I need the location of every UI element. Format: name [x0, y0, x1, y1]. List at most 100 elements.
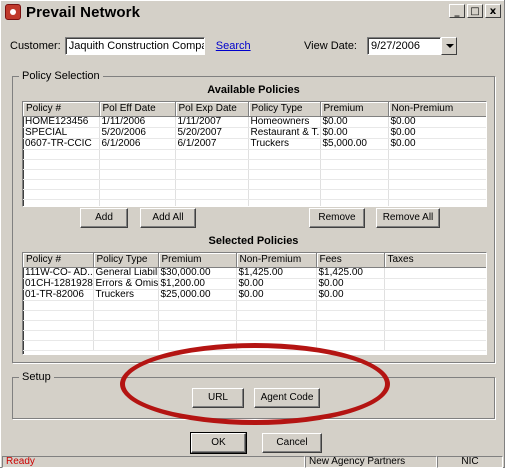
column-header[interactable]: Pol Eff Date [99, 102, 176, 117]
selected-header-row: Policy # Policy Type Premium Non-Premium… [23, 253, 486, 268]
maximize-button[interactable]: □ [467, 4, 483, 18]
code-status: NIC [437, 456, 503, 468]
title-bar[interactable]: Prevail Network _ □ x [2, 2, 503, 22]
table-cell: $5,000.00 [320, 138, 389, 150]
table-row[interactable]: 01-TR-82006 Truckers $25,000.00 $0.00 $0… [23, 289, 486, 301]
column-header[interactable]: Policy Type [248, 102, 321, 117]
table-row[interactable]: 01CH-1281928 Errors & Omissi... $1,200.0… [23, 278, 486, 290]
table-cell: 6/1/2007 [175, 138, 249, 150]
view-date-input[interactable]: 9/27/2006 [367, 37, 441, 55]
empty-row [23, 179, 486, 190]
table-cell: 5/20/2007 [175, 127, 249, 139]
table-row[interactable]: SPECIAL 5/20/2006 5/20/2007 Restaurant &… [23, 127, 486, 139]
table-cell: SPECIAL [23, 127, 100, 139]
column-header[interactable]: Premium [158, 253, 237, 268]
available-policies-table: Policy # Pol Eff Date Pol Exp Date Polic… [23, 102, 486, 206]
url-button[interactable]: URL [192, 388, 244, 408]
column-header[interactable]: Policy Type [93, 253, 159, 268]
window-title: Prevail Network [26, 3, 141, 21]
ok-button[interactable]: OK [190, 432, 247, 454]
table-cell: Homeowners [248, 116, 321, 128]
available-policies-grid[interactable]: Policy # Pol Eff Date Pol Exp Date Polic… [22, 101, 487, 207]
prevail-app-icon[interactable] [5, 4, 21, 20]
table-cell: $0.00 [316, 278, 385, 290]
selected-policies-table: Policy # Policy Type Premium Non-Premium… [23, 253, 486, 351]
customer-row: Customer: Jaquith Construction Company S… [10, 37, 251, 55]
table-cell: 0607-TR-CCIC [23, 138, 100, 150]
table-cell: $30,000.00 [158, 267, 237, 279]
table-cell: $1,425.00 [236, 267, 317, 279]
empty-row [23, 159, 486, 170]
table-cell: $1,200.00 [158, 278, 237, 290]
column-header[interactable]: Policy # [23, 102, 100, 117]
table-cell: $0.00 [320, 127, 389, 139]
add-all-button[interactable]: Add All [140, 208, 196, 228]
table-cell: $0.00 [236, 289, 317, 301]
cancel-button[interactable]: Cancel [262, 433, 322, 453]
table-cell [384, 278, 486, 290]
minimize-button[interactable]: _ [449, 4, 465, 18]
table-cell [384, 289, 486, 301]
column-header[interactable]: Non-Premium [236, 253, 317, 268]
table-cell [384, 267, 486, 279]
selected-policies-grid[interactable]: Policy # Policy Type Premium Non-Premium… [22, 252, 487, 355]
empty-row [23, 300, 486, 311]
setup-legend: Setup [19, 371, 54, 383]
agency-status: New Agency Partners [305, 456, 437, 468]
table-cell: $0.00 [388, 127, 486, 139]
chevron-down-icon[interactable] [441, 37, 457, 55]
policy-selection-legend: Policy Selection [19, 70, 103, 82]
table-cell: $1,425.00 [316, 267, 385, 279]
view-date-combo[interactable]: 9/27/2006 [367, 37, 457, 55]
table-cell: 111W-CO- AD... [23, 267, 94, 279]
column-header[interactable]: Policy # [23, 253, 94, 268]
column-header[interactable]: Taxes [384, 253, 486, 268]
table-cell: 01-TR-82006 [23, 289, 94, 301]
main-window: Prevail Network _ □ x Customer: Jaquith … [0, 0, 505, 468]
table-cell: $0.00 [316, 289, 385, 301]
empty-row [23, 310, 486, 321]
view-date-row: View Date: 9/27/2006 [304, 37, 457, 55]
table-cell: 6/1/2006 [99, 138, 176, 150]
table-cell: HOME123456 [23, 116, 100, 128]
empty-row [23, 330, 486, 341]
table-cell: Errors & Omissi... [93, 278, 159, 290]
empty-row [23, 149, 486, 160]
agent-code-button[interactable]: Agent Code [254, 388, 320, 408]
empty-row [23, 320, 486, 331]
table-row[interactable]: 111W-CO- AD... General Liability $30,000… [23, 267, 486, 279]
customer-label: Customer: [10, 40, 61, 52]
column-header[interactable]: Premium [320, 102, 389, 117]
status-bar: Ready New Agency Partners NIC [2, 456, 503, 468]
table-cell: 1/11/2006 [99, 116, 176, 128]
table-cell: $25,000.00 [158, 289, 237, 301]
add-button[interactable]: Add [80, 208, 128, 228]
column-header[interactable]: Non-Premium [388, 102, 486, 117]
empty-row [23, 189, 486, 200]
table-cell: Restaurant & T... [248, 127, 321, 139]
table-cell: $0.00 [388, 138, 486, 150]
customer-input[interactable]: Jaquith Construction Company [64, 37, 205, 55]
table-row[interactable]: 0607-TR-CCIC 6/1/2006 6/1/2007 Truckers … [23, 138, 486, 150]
remove-button[interactable]: Remove [309, 208, 365, 228]
empty-row [23, 199, 486, 206]
search-link[interactable]: Search [216, 40, 251, 52]
column-header[interactable]: Pol Exp Date [175, 102, 249, 117]
view-date-label: View Date: [304, 40, 357, 52]
available-header-row: Policy # Pol Eff Date Pol Exp Date Polic… [23, 102, 486, 117]
status-text: Ready [2, 456, 305, 468]
close-button[interactable]: x [485, 4, 501, 18]
table-cell: General Liability [93, 267, 159, 279]
available-policies-title: Available Policies [207, 84, 300, 96]
selected-policies-title: Selected Policies [208, 235, 299, 247]
table-cell: 1/11/2007 [175, 116, 249, 128]
remove-all-button[interactable]: Remove All [376, 208, 440, 228]
column-header[interactable]: Fees [316, 253, 385, 268]
table-row[interactable]: HOME123456 1/11/2006 1/11/2007 Homeowner… [23, 116, 486, 128]
table-cell: Truckers [93, 289, 159, 301]
table-cell: $0.00 [236, 278, 317, 290]
table-cell: 01CH-1281928 [23, 278, 94, 290]
table-cell: $0.00 [388, 116, 486, 128]
table-cell: $0.00 [320, 116, 389, 128]
window-controls: _ □ x [449, 4, 501, 18]
